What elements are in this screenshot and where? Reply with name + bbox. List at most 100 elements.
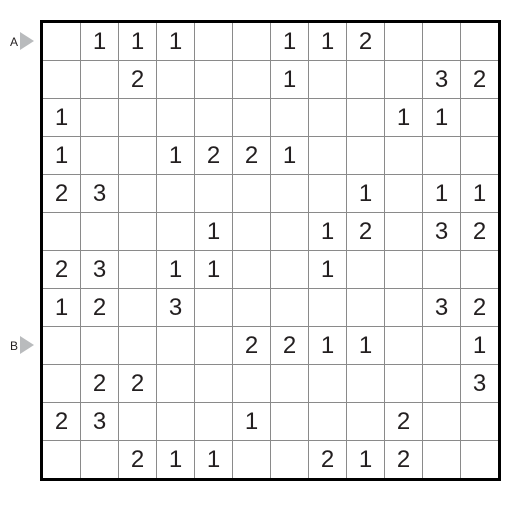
- grid-cell[interactable]: [385, 365, 423, 403]
- grid-cell[interactable]: [271, 365, 309, 403]
- grid-cell[interactable]: 1: [157, 251, 195, 289]
- grid-cell[interactable]: [81, 213, 119, 251]
- grid-cell[interactable]: [347, 289, 385, 327]
- grid-cell[interactable]: [81, 99, 119, 137]
- grid-cell[interactable]: 1: [385, 99, 423, 137]
- grid-cell[interactable]: 1: [347, 175, 385, 213]
- grid-cell[interactable]: [385, 61, 423, 99]
- grid-cell[interactable]: [385, 175, 423, 213]
- grid-cell[interactable]: [119, 327, 157, 365]
- grid-cell[interactable]: 2: [309, 441, 347, 480]
- grid-cell[interactable]: [233, 175, 271, 213]
- grid-cell[interactable]: [195, 289, 233, 327]
- grid-cell[interactable]: 1: [461, 175, 500, 213]
- grid-cell[interactable]: [271, 175, 309, 213]
- grid-cell[interactable]: [271, 99, 309, 137]
- grid-cell[interactable]: 1: [195, 213, 233, 251]
- grid-cell[interactable]: [119, 175, 157, 213]
- grid-cell[interactable]: 2: [461, 289, 500, 327]
- grid-cell[interactable]: [157, 327, 195, 365]
- grid-cell[interactable]: [385, 327, 423, 365]
- grid-cell[interactable]: 1: [157, 22, 195, 61]
- grid-cell[interactable]: [81, 61, 119, 99]
- grid-cell[interactable]: 3: [157, 289, 195, 327]
- grid-cell[interactable]: [233, 99, 271, 137]
- grid-cell[interactable]: [233, 251, 271, 289]
- grid-cell[interactable]: [195, 22, 233, 61]
- grid-cell[interactable]: [233, 213, 271, 251]
- grid-cell[interactable]: [309, 403, 347, 441]
- grid-cell[interactable]: [423, 327, 461, 365]
- grid-cell[interactable]: 2: [461, 61, 500, 99]
- grid-cell[interactable]: [119, 213, 157, 251]
- grid-cell[interactable]: 1: [195, 251, 233, 289]
- grid-cell[interactable]: [119, 289, 157, 327]
- grid-cell[interactable]: [423, 137, 461, 175]
- grid-cell[interactable]: [347, 403, 385, 441]
- grid-cell[interactable]: 2: [385, 441, 423, 480]
- grid-cell[interactable]: 3: [81, 175, 119, 213]
- grid-cell[interactable]: 1: [309, 213, 347, 251]
- grid-cell[interactable]: 1: [42, 137, 81, 175]
- grid-cell[interactable]: 1: [423, 99, 461, 137]
- grid-cell[interactable]: 1: [461, 327, 500, 365]
- grid-cell[interactable]: [461, 137, 500, 175]
- grid-cell[interactable]: 1: [271, 22, 309, 61]
- grid-cell[interactable]: [119, 251, 157, 289]
- grid-cell[interactable]: [309, 365, 347, 403]
- grid-cell[interactable]: [157, 403, 195, 441]
- grid-cell[interactable]: [271, 403, 309, 441]
- grid-cell[interactable]: [233, 441, 271, 480]
- grid-cell[interactable]: 2: [271, 327, 309, 365]
- grid-cell[interactable]: [42, 365, 81, 403]
- grid-cell[interactable]: [195, 327, 233, 365]
- grid-cell[interactable]: [81, 327, 119, 365]
- grid-cell[interactable]: [42, 22, 81, 61]
- grid-cell[interactable]: [347, 251, 385, 289]
- grid-cell[interactable]: [119, 99, 157, 137]
- grid-cell[interactable]: [347, 137, 385, 175]
- grid-cell[interactable]: [309, 137, 347, 175]
- grid-cell[interactable]: [347, 99, 385, 137]
- grid-cell[interactable]: [461, 251, 500, 289]
- grid-cell[interactable]: [233, 365, 271, 403]
- grid-cell[interactable]: [81, 137, 119, 175]
- grid-cell[interactable]: [195, 99, 233, 137]
- grid-cell[interactable]: [423, 441, 461, 480]
- grid-cell[interactable]: [385, 137, 423, 175]
- grid-cell[interactable]: 2: [347, 213, 385, 251]
- grid-cell[interactable]: 2: [233, 137, 271, 175]
- grid-cell[interactable]: [309, 99, 347, 137]
- grid-cell[interactable]: [157, 213, 195, 251]
- grid-cell[interactable]: 1: [347, 441, 385, 480]
- grid-cell[interactable]: 2: [42, 251, 81, 289]
- grid-cell[interactable]: 2: [81, 365, 119, 403]
- grid-cell[interactable]: 2: [347, 22, 385, 61]
- grid-cell[interactable]: [347, 61, 385, 99]
- grid-cell[interactable]: 2: [233, 327, 271, 365]
- grid-cell[interactable]: [157, 99, 195, 137]
- grid-cell[interactable]: [271, 441, 309, 480]
- grid-cell[interactable]: 3: [423, 213, 461, 251]
- grid-cell[interactable]: 3: [81, 251, 119, 289]
- grid-cell[interactable]: [271, 251, 309, 289]
- grid-cell[interactable]: 3: [81, 403, 119, 441]
- grid-cell[interactable]: 2: [119, 365, 157, 403]
- grid-cell[interactable]: [423, 251, 461, 289]
- grid-cell[interactable]: [195, 175, 233, 213]
- grid-cell[interactable]: 1: [309, 251, 347, 289]
- grid-cell[interactable]: [309, 61, 347, 99]
- grid-cell[interactable]: 3: [423, 289, 461, 327]
- grid-cell[interactable]: [423, 365, 461, 403]
- grid-cell[interactable]: [309, 175, 347, 213]
- grid-cell[interactable]: 1: [309, 327, 347, 365]
- grid-cell[interactable]: [461, 22, 500, 61]
- grid-cell[interactable]: [157, 61, 195, 99]
- grid-cell[interactable]: [157, 365, 195, 403]
- grid-cell[interactable]: 1: [233, 403, 271, 441]
- grid-cell[interactable]: 1: [81, 22, 119, 61]
- grid-cell[interactable]: [81, 441, 119, 480]
- grid-cell[interactable]: 1: [195, 441, 233, 480]
- grid-cell[interactable]: 3: [423, 61, 461, 99]
- grid-cell[interactable]: [385, 251, 423, 289]
